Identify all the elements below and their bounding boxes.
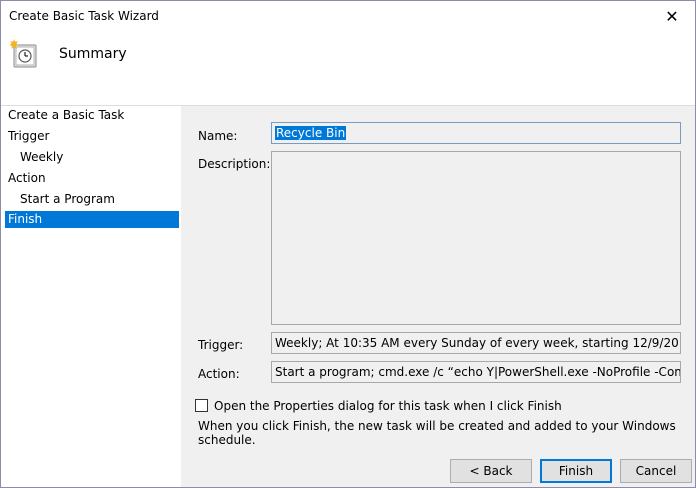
trigger-field: Weekly; At 10:35 AM every Sunday of ever…: [271, 332, 681, 354]
description-field: [271, 151, 681, 325]
action-label: Action:: [198, 367, 240, 381]
cancel-button[interactable]: Cancel: [620, 459, 692, 483]
clock-task-icon: [9, 39, 37, 68]
name-label: Name:: [198, 129, 238, 143]
wizard-steps-sidebar: Create a Basic Task Trigger Weekly Actio…: [1, 106, 181, 487]
open-properties-label[interactable]: Open the Properties dialog for this task…: [214, 399, 562, 413]
sidebar-item-action: Action: [8, 171, 46, 185]
sidebar-item-create-task: Create a Basic Task: [8, 108, 125, 122]
close-icon[interactable]: ✕: [649, 1, 695, 31]
action-field: Start a program; cmd.exe /c “echo Y|Powe…: [271, 361, 681, 383]
sidebar-item-start-program: Start a Program: [20, 192, 115, 206]
wizard-window: Create Basic Task Wizard ✕ Summary Creat…: [0, 0, 696, 488]
open-properties-checkbox[interactable]: [195, 399, 208, 412]
window-title: Create Basic Task Wizard: [9, 9, 159, 23]
finish-button[interactable]: Finish: [540, 459, 612, 483]
trigger-label: Trigger:: [198, 338, 244, 352]
wizard-header: Summary: [1, 31, 695, 106]
title-bar: Create Basic Task Wizard ✕: [1, 1, 695, 31]
sidebar-item-finish: Finish: [5, 211, 179, 228]
sidebar-item-weekly: Weekly: [20, 150, 64, 164]
info-text: When you click Finish, the new task will…: [198, 419, 676, 447]
name-value: Recycle Bin: [275, 126, 347, 140]
description-label: Description:: [198, 157, 271, 171]
page-title: Summary: [59, 46, 127, 62]
name-field[interactable]: Recycle Bin: [271, 122, 681, 144]
back-button[interactable]: < Back: [450, 459, 532, 483]
sidebar-item-trigger: Trigger: [8, 129, 50, 143]
